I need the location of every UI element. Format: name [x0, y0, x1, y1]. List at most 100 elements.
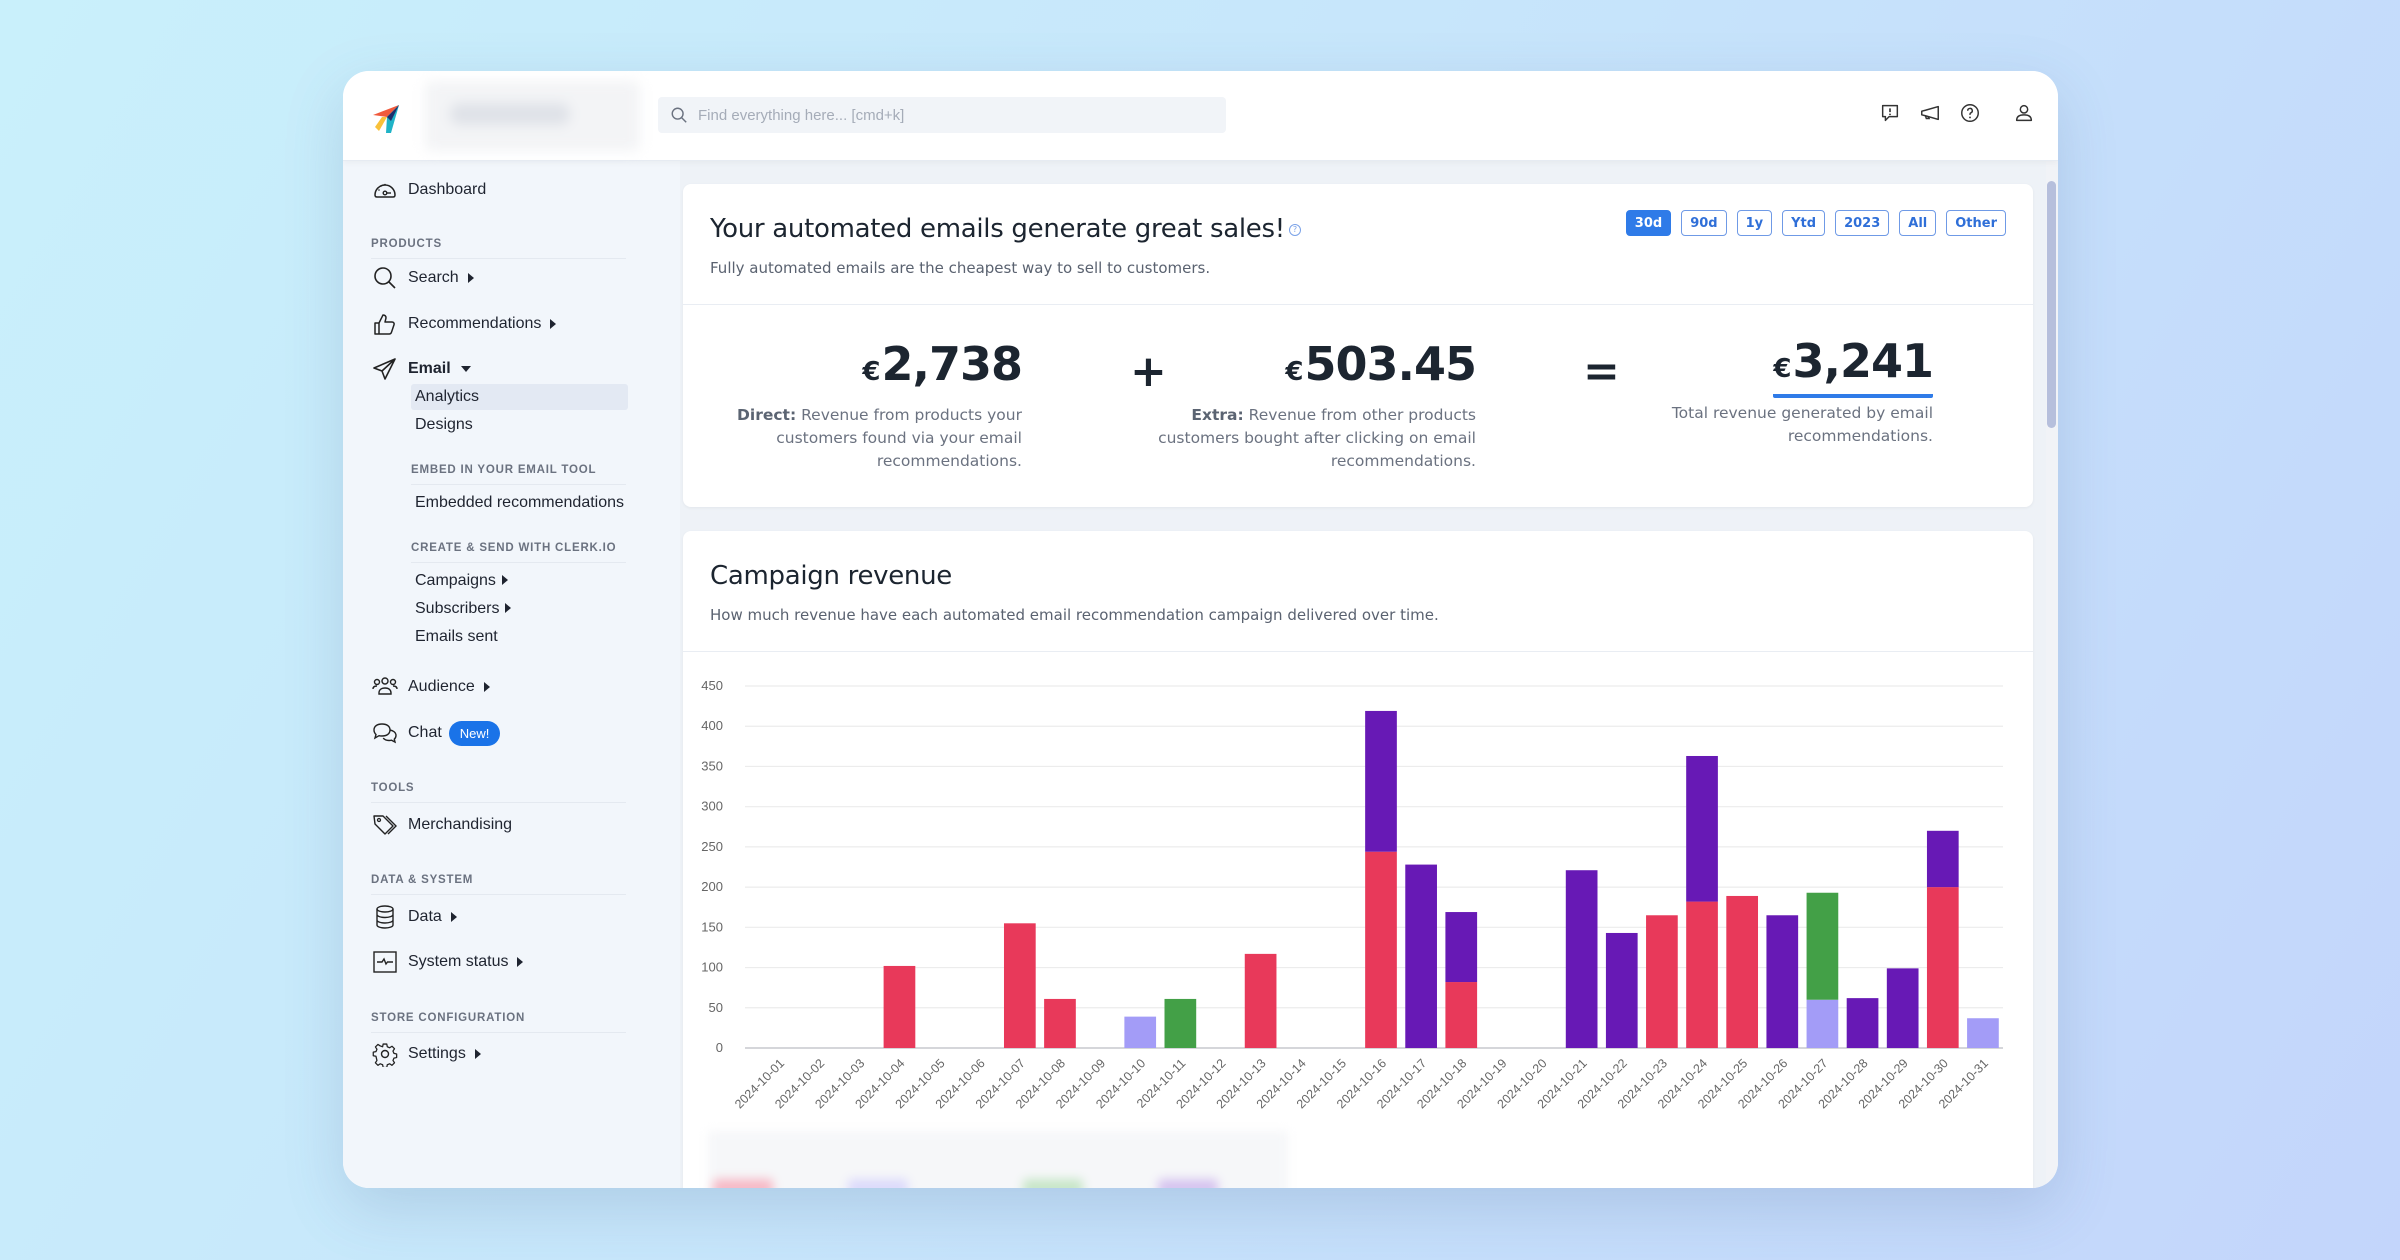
- caret-right-icon: [505, 603, 512, 613]
- chat-bubbles-icon: [371, 719, 399, 747]
- bar-purple-2024-10-16: [1365, 710, 1397, 852]
- caret-right-icon: [467, 273, 474, 283]
- extra-revenue-value: €503.45: [1146, 336, 1477, 400]
- sidebar-item-system-status[interactable]: System status: [371, 947, 524, 977]
- total-revenue-description: Total revenue generated by email recomme…: [1671, 404, 1933, 445]
- price-tags-icon: [371, 811, 399, 839]
- global-search[interactable]: [658, 97, 1226, 133]
- summary-title: Your automated emails generate great sal…: [710, 214, 1301, 244]
- period-button-30d[interactable]: 30d: [1625, 210, 1672, 236]
- sidebar-item-merchandising[interactable]: Merchandising: [371, 810, 512, 840]
- period-button-1y[interactable]: 1y: [1736, 210, 1773, 236]
- extra-revenue-metric: €503.45 Extra: Revenue from other produc…: [1146, 336, 1477, 473]
- scrollbar-thumb[interactable]: [2047, 181, 2056, 428]
- sidebar-item-dashboard[interactable]: Dashboard: [371, 175, 486, 205]
- new-badge: New!: [448, 720, 501, 746]
- divider: [683, 651, 2033, 652]
- y-tick-label: 50: [709, 1000, 723, 1015]
- sidebar-label-search: Search: [408, 269, 459, 286]
- audience-group-icon: [371, 673, 399, 701]
- bar-red-2024-10-07: [1003, 923, 1036, 1048]
- campaign-revenue-card: Campaign revenue How much revenue have e…: [683, 531, 2033, 1188]
- bar-lavender-2024-10-10: [1124, 1016, 1157, 1048]
- sidebar-item-recommendations[interactable]: Recommendations: [371, 309, 557, 339]
- help-icon[interactable]: ?: [1288, 223, 1301, 236]
- sidebar-label-merchandising: Merchandising: [408, 816, 513, 833]
- caret-right-icon: [483, 682, 490, 692]
- bar-purple-2024-10-24: [1686, 755, 1718, 902]
- clerk-logo-icon[interactable]: [365, 97, 407, 139]
- sidebar-item-chat[interactable]: Chat New!: [371, 718, 501, 748]
- sidebar-item-settings[interactable]: Settings: [371, 1039, 481, 1069]
- period-selector: 30d 90d 1y Ytd 2023 All Other: [1625, 210, 2006, 236]
- y-tick-label: 400: [701, 718, 723, 733]
- scrollbar-track[interactable]: [2046, 161, 2058, 1188]
- caret-right-icon: [550, 319, 557, 329]
- section-heading-create-send: CREATE & SEND WITH CLERK.IO: [411, 542, 626, 563]
- top-header: [343, 71, 2058, 161]
- direct-value-text: 2,738: [881, 337, 1023, 391]
- announcements-icon[interactable]: [1918, 101, 1942, 125]
- sidebar-item-search[interactable]: Search: [371, 263, 474, 293]
- y-tick-label: 200: [701, 879, 723, 894]
- bar-purple-2024-10-21: [1565, 870, 1598, 1048]
- campaign-subtitle: How much revenue have each automated ema…: [710, 606, 1439, 624]
- bar-purple-2024-10-18: [1445, 912, 1478, 983]
- section-heading-embed: EMBED IN YOUR EMAIL TOOL: [411, 464, 626, 485]
- period-button-90d[interactable]: 90d: [1681, 210, 1727, 236]
- search-input[interactable]: [698, 106, 1218, 124]
- sidebar-label-chat: Chat: [408, 724, 442, 741]
- bar-purple-2024-10-17: [1405, 864, 1437, 1048]
- total-revenue-metric: €3,241 Total revenue generated by email …: [1603, 336, 1934, 448]
- period-button-all[interactable]: All: [1899, 210, 1937, 236]
- sidebar-item-audience[interactable]: Audience: [371, 672, 490, 702]
- thumbs-up-icon: [371, 310, 399, 338]
- bar-green-2024-10-27: [1806, 892, 1839, 1000]
- period-button-ytd[interactable]: Ytd: [1782, 210, 1826, 236]
- paper-plane-icon: [371, 355, 399, 383]
- caret-right-icon: [517, 957, 524, 967]
- direct-desc-text: Revenue from products your customers fou…: [776, 406, 1022, 470]
- sidebar-subitem-emails-sent[interactable]: Emails sent: [411, 624, 628, 650]
- dashboard-gauge-icon: [371, 176, 399, 204]
- bar-red-2024-10-04: [883, 965, 916, 1048]
- currency-symbol: €: [1773, 354, 1791, 384]
- organization-name-blurred[interactable]: [425, 81, 640, 151]
- bar-purple-2024-10-29: [1886, 968, 1919, 1048]
- bar-lavender-2024-10-31: [1967, 1018, 1999, 1048]
- period-button-2023[interactable]: 2023: [1835, 210, 1890, 236]
- section-heading-data-system: DATA & SYSTEM: [371, 874, 626, 895]
- campaign-revenue-chart: 0501001502002503003504004502024-10-01202…: [701, 678, 2003, 1111]
- feedback-icon[interactable]: [1878, 101, 1902, 125]
- sidebar-subitem-campaigns[interactable]: Campaigns: [411, 568, 628, 594]
- sidebar-subitem-embedded-recommendations[interactable]: Embedded recommendations: [411, 490, 628, 516]
- divider: [683, 304, 2033, 305]
- sidebar-item-email[interactable]: Email: [371, 354, 471, 384]
- summary-title-text: Your automated emails generate great sal…: [710, 214, 1285, 244]
- caret-right-icon: [474, 1049, 481, 1059]
- sidebar-subitem-analytics[interactable]: Analytics: [411, 384, 628, 410]
- sidebar-label-recommendations: Recommendations: [408, 315, 542, 332]
- bar-red-2024-10-18: [1445, 982, 1478, 1048]
- direct-revenue-metric: €2,738 Direct: Revenue from products you…: [692, 336, 1023, 473]
- bar-red-2024-10-08: [1044, 998, 1076, 1048]
- sidebar-label-data: Data: [408, 908, 442, 925]
- currency-symbol: €: [862, 357, 880, 387]
- section-heading-products: PRODUCTS: [371, 238, 626, 259]
- total-revenue-value: €3,241: [1773, 336, 1934, 398]
- sidebar-item-data[interactable]: Data: [371, 902, 457, 932]
- sidebar-subitem-subscribers[interactable]: Subscribers: [411, 596, 628, 622]
- summary-subtitle: Fully automated emails are the cheapest …: [710, 259, 1211, 277]
- bar-purple-2024-10-26: [1766, 915, 1799, 1048]
- sidebar-label-dashboard: Dashboard: [408, 181, 487, 198]
- sidebar-subitem-designs[interactable]: Designs: [411, 412, 628, 438]
- summary-card: Your automated emails generate great sal…: [683, 184, 2033, 507]
- y-tick-label: 300: [701, 799, 723, 814]
- bar-purple-2024-10-30: [1926, 830, 1959, 888]
- currency-symbol: €: [1285, 357, 1303, 387]
- help-icon[interactable]: [1958, 101, 1982, 125]
- bar-purple-2024-10-28: [1846, 998, 1879, 1048]
- y-tick-label: 0: [716, 1040, 723, 1055]
- period-button-other[interactable]: Other: [1946, 210, 2006, 236]
- user-icon[interactable]: [2012, 101, 2036, 125]
